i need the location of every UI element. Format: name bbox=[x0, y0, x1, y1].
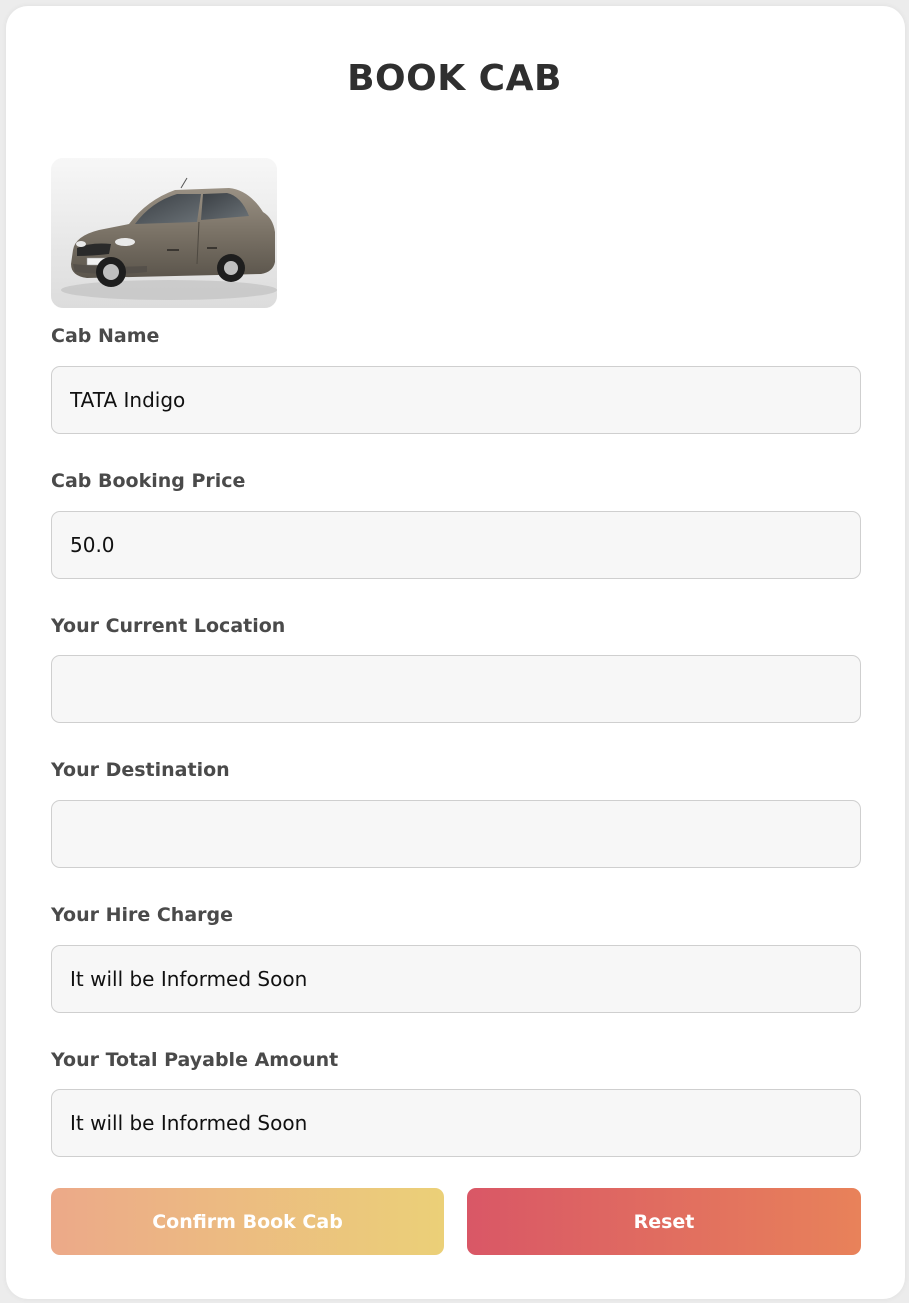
cab-name-field[interactable] bbox=[51, 366, 861, 434]
current-location-field[interactable] bbox=[51, 655, 861, 723]
current-location-label: Your Current Location bbox=[51, 615, 286, 637]
total-amount-label: Your Total Payable Amount bbox=[51, 1049, 339, 1071]
cab-name-label: Cab Name bbox=[51, 325, 160, 347]
cab-price-label: Cab Booking Price bbox=[51, 470, 246, 492]
destination-field[interactable] bbox=[51, 800, 861, 868]
hire-charge-label: Your Hire Charge bbox=[51, 904, 234, 926]
total-amount-field[interactable] bbox=[51, 1089, 861, 1157]
confirm-book-cab-button[interactable]: Confirm Book Cab bbox=[51, 1188, 444, 1255]
car-image bbox=[51, 158, 277, 308]
destination-label: Your Destination bbox=[51, 759, 230, 781]
car-photo-icon bbox=[51, 158, 277, 308]
hire-charge-field[interactable] bbox=[51, 945, 861, 1013]
cab-price-field[interactable] bbox=[51, 511, 861, 579]
page-title: BOOK CAB bbox=[347, 58, 562, 99]
reset-button[interactable]: Reset bbox=[467, 1188, 861, 1255]
